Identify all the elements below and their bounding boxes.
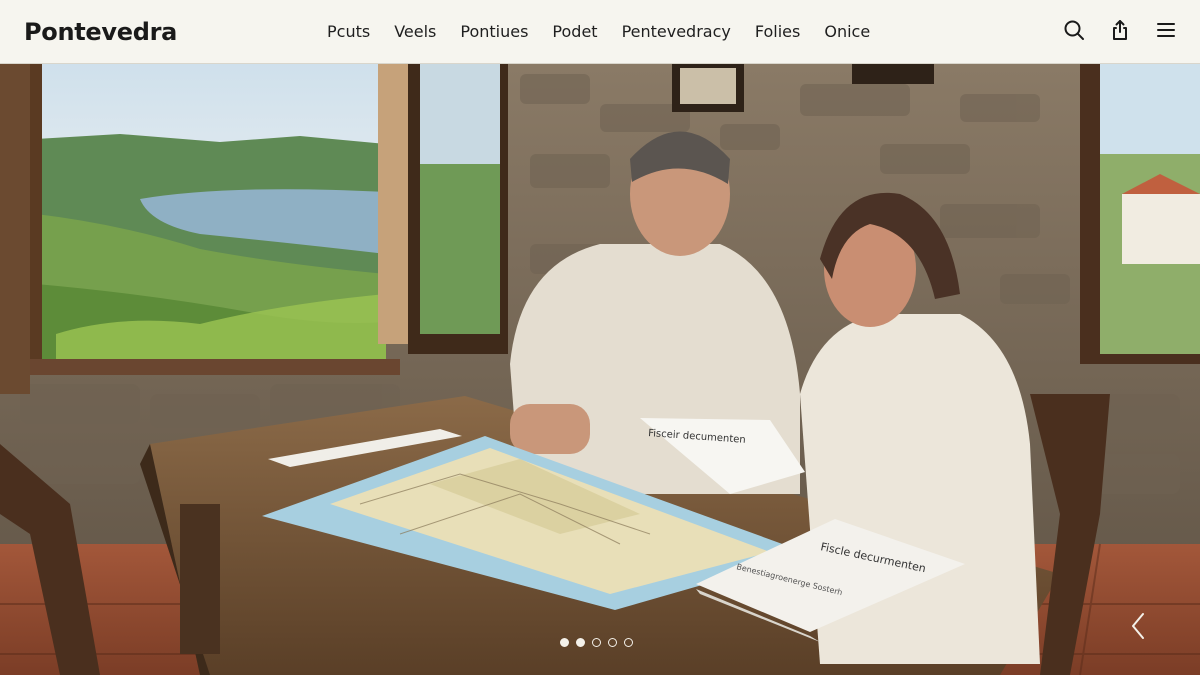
site-header: Pontevedra Pcuts Veels Pontiues Podet Pe… [0,0,1200,64]
nav-item-pentevedracy[interactable]: Pentevedracy [610,20,743,44]
carousel-dot-1[interactable] [560,638,569,647]
hero-scene: Fisceir decumenten Fiscle decurmenten Be… [0,64,1200,675]
share-icon[interactable] [1108,18,1132,42]
search-icon[interactable] [1062,18,1086,42]
chevron-right-icon[interactable] [1124,608,1154,644]
hero-image: Fisceir decumenten Fiscle decurmenten Be… [0,64,1200,675]
nav-item-podet[interactable]: Podet [540,20,609,44]
main-nav: Pcuts Veels Pontiues Podet Pentevedracy … [315,20,882,44]
carousel-dot-4[interactable] [608,638,617,647]
nav-item-pontiues[interactable]: Pontiues [448,20,540,44]
header-actions [1062,18,1178,42]
open-shutter [0,64,30,394]
nav-item-veels[interactable]: Veels [382,20,448,44]
nav-item-onice[interactable]: Onice [812,20,882,44]
carousel-dots [560,638,633,647]
nav-item-pcuts[interactable]: Pcuts [315,20,382,44]
carousel-dot-2[interactable] [576,638,585,647]
nav-item-folies[interactable]: Folies [743,20,813,44]
carousel-dot-5[interactable] [624,638,633,647]
menu-icon[interactable] [1154,18,1178,42]
carousel-dot-3[interactable] [592,638,601,647]
brand-logo[interactable]: Pontevedra [24,17,177,47]
